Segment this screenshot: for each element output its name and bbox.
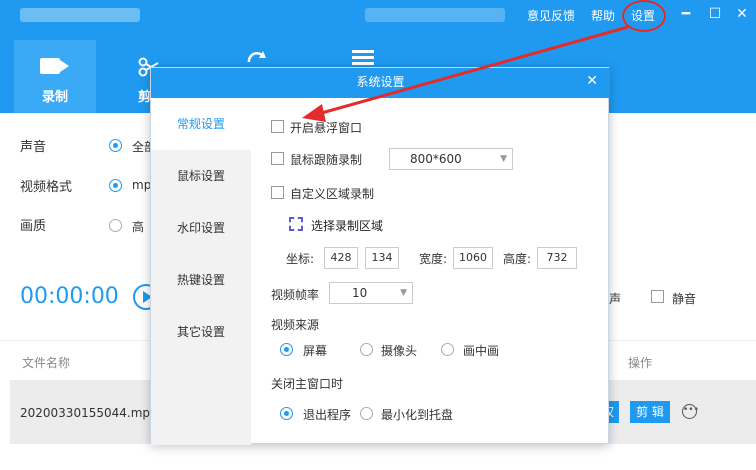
highlight-circle xyxy=(622,0,666,32)
sidebar-item-watermark[interactable]: 水印设置 xyxy=(151,202,251,254)
sound-label: 声音 xyxy=(20,140,47,155)
source-pip-label: 画中画 xyxy=(463,344,500,358)
width-label: 宽度: xyxy=(419,252,448,266)
coord-x-field[interactable]: 428 xyxy=(324,247,358,269)
coord-label: 坐标: xyxy=(286,252,315,266)
width-field[interactable]: 1060 xyxy=(453,247,493,269)
dialog-title: 系统设置 xyxy=(151,68,610,98)
minimize-tray-radio[interactable] xyxy=(360,407,373,420)
source-screen-label: 屏幕 xyxy=(303,344,328,358)
coord-y-field[interactable]: 134 xyxy=(365,247,399,269)
mute-label: 静音 xyxy=(672,292,697,306)
framerate-select[interactable]: 10 ▼ xyxy=(329,282,413,304)
exit-program-label: 退出程序 xyxy=(303,408,352,422)
sidebar-item-other[interactable]: 其它设置 xyxy=(151,306,251,358)
sidebar-item-general[interactable]: 常规设置 xyxy=(151,98,251,150)
resolution-value: 800*600 xyxy=(410,152,462,166)
quality-label: 画质 xyxy=(20,219,47,234)
more-icon[interactable]: ••• xyxy=(682,404,699,419)
mouse-follow-label: 鼠标跟随录制 xyxy=(290,153,363,167)
tab-record[interactable]: 录制 xyxy=(14,40,96,113)
custom-area-label: 自定义区域录制 xyxy=(290,187,375,201)
chevron-down-icon: ▼ xyxy=(400,288,407,298)
feedback-link[interactable]: 意见反馈 xyxy=(527,7,575,24)
tab-record-label: 录制 xyxy=(41,90,68,105)
height-label: 高度: xyxy=(503,252,532,266)
mouse-follow-checkbox[interactable] xyxy=(271,152,284,165)
exit-program-radio[interactable] xyxy=(280,407,293,420)
mute-checkbox[interactable] xyxy=(651,290,664,303)
dialog-close-icon[interactable]: ✕ xyxy=(586,73,598,89)
source-pip-radio[interactable] xyxy=(441,343,454,356)
video-source-label: 视频来源 xyxy=(271,318,320,332)
format-label: 视频格式 xyxy=(20,180,73,195)
header-file-name: 文件名称 xyxy=(22,356,71,370)
framerate-label: 视频帧率 xyxy=(271,288,320,302)
quality-radio[interactable] xyxy=(109,219,122,232)
custom-area-checkbox[interactable] xyxy=(271,186,284,199)
sound-radio[interactable] xyxy=(109,139,122,152)
blurred-text xyxy=(365,8,505,22)
source-camera-radio[interactable] xyxy=(360,343,373,356)
source-screen-radio[interactable] xyxy=(280,343,293,356)
sound-option-label: 声 xyxy=(609,292,622,306)
floating-window-label: 开启悬浮窗口 xyxy=(290,121,363,135)
source-camera-label: 摄像头 xyxy=(381,344,418,358)
floating-window-checkbox[interactable] xyxy=(271,120,284,133)
list-icon xyxy=(352,50,374,65)
height-field[interactable]: 732 xyxy=(537,247,577,269)
minimize-tray-label: 最小化到托盘 xyxy=(381,408,454,422)
dialog-sidebar: 常规设置 鼠标设置 水印设置 热键设置 其它设置 xyxy=(151,98,251,445)
select-area-link[interactable]: 选择录制区域 xyxy=(311,217,383,234)
sidebar-item-hotkey[interactable]: 热键设置 xyxy=(151,254,251,306)
resolution-select[interactable]: 800*600 ▼ xyxy=(389,148,513,170)
help-link[interactable]: 帮助 xyxy=(591,7,615,24)
close-main-label: 关闭主窗口时 xyxy=(271,377,344,391)
format-radio[interactable] xyxy=(109,179,122,192)
header-action: 操作 xyxy=(628,356,653,370)
quality-value: 高 xyxy=(132,220,145,234)
close-icon[interactable]: ✕ xyxy=(733,6,751,22)
file-name: 20200330155044.mp4 xyxy=(20,406,158,420)
blurred-title xyxy=(20,8,140,22)
minimize-icon[interactable]: ━ xyxy=(677,6,695,22)
framerate-value: 10 xyxy=(352,286,368,300)
sidebar-item-mouse[interactable]: 鼠标设置 xyxy=(151,150,251,202)
select-area-icon[interactable] xyxy=(289,217,303,231)
record-timer: 00:00:00 xyxy=(20,284,119,309)
settings-dialog: 系统设置 ✕ 常规设置 鼠标设置 水印设置 热键设置 其它设置 开启悬浮窗口 鼠… xyxy=(150,67,610,445)
camera-icon xyxy=(40,58,60,74)
chevron-down-icon: ▼ xyxy=(500,154,507,164)
edit-button[interactable]: 剪 辑 xyxy=(630,401,670,423)
maximize-icon[interactable]: ☐ xyxy=(706,6,724,22)
